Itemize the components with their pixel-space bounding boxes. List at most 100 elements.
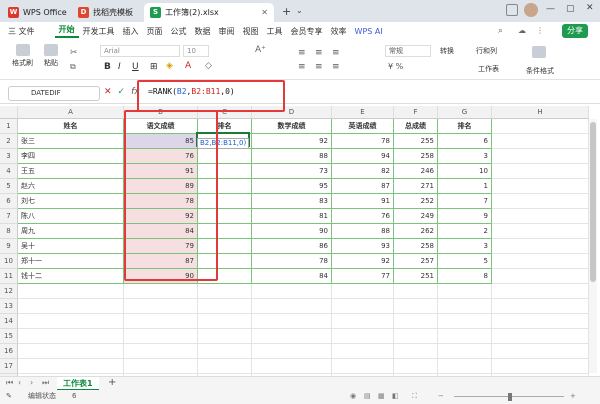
empty-cell[interactable] <box>492 224 589 239</box>
ribbon-tab-home[interactable]: 开始 <box>54 24 79 38</box>
empty-cell[interactable] <box>18 329 124 344</box>
english-score-cell[interactable]: 94 <box>332 149 394 164</box>
row-header[interactable]: 13 <box>0 299 18 314</box>
empty-cell[interactable] <box>492 179 589 194</box>
empty-cell[interactable] <box>18 344 124 359</box>
empty-cell[interactable] <box>332 329 394 344</box>
total-score-cell[interactable]: 255 <box>394 134 438 149</box>
ribbon-tab-efficiency[interactable]: 效率 <box>327 26 351 37</box>
header-cell[interactable]: 排名 <box>438 119 492 134</box>
convert-button[interactable]: 转换 <box>440 46 454 56</box>
empty-cell[interactable] <box>124 299 198 314</box>
last-sheet-icon[interactable]: ⏭ <box>42 378 49 388</box>
total-score-cell[interactable]: 246 <box>394 164 438 179</box>
row-header[interactable]: 1 <box>0 119 18 134</box>
spreadsheet-grid[interactable]: A B C D E F G H 1 2 3 4 5 6 7 8 9 10 11 12 13 14 15 16 1… <box>0 106 600 376</box>
english-score-cell[interactable]: 76 <box>332 209 394 224</box>
empty-cell[interactable] <box>492 254 589 269</box>
ribbon-tab-file[interactable]: 三 文件 <box>4 26 39 37</box>
empty-cell[interactable] <box>18 314 124 329</box>
row-header[interactable]: 5 <box>0 179 18 194</box>
layout-icon[interactable] <box>506 4 518 16</box>
math-score-cell[interactable]: 73 <box>252 164 332 179</box>
fill-color-icon[interactable]: ◈ <box>166 61 173 71</box>
empty-cell[interactable] <box>124 344 198 359</box>
sheet-tab-1[interactable]: 工作表1 <box>57 377 99 391</box>
empty-cell[interactable] <box>332 284 394 299</box>
maximize-icon[interactable]: ▢ <box>566 4 575 14</box>
empty-cell[interactable] <box>492 209 589 224</box>
english-score-cell[interactable]: 91 <box>332 194 394 209</box>
empty-cell[interactable] <box>492 299 589 314</box>
currency-icon[interactable]: ¥ % <box>388 62 403 71</box>
row-header[interactable]: 8 <box>0 224 18 239</box>
english-score-cell[interactable]: 82 <box>332 164 394 179</box>
name-cell[interactable]: 周九 <box>18 224 124 239</box>
header-cell[interactable]: 英语成绩 <box>332 119 394 134</box>
empty-cell[interactable] <box>438 284 492 299</box>
row-header[interactable]: 6 <box>0 194 18 209</box>
border-icon[interactable]: ⊞ <box>150 62 158 72</box>
row-header[interactable]: 16 <box>0 344 18 359</box>
worksheet-button[interactable]: 工作表 <box>478 64 499 74</box>
align-top-icon[interactable]: ≡ <box>298 48 306 58</box>
ribbon-tab-formula[interactable]: 公式 <box>167 26 191 37</box>
total-score-cell[interactable]: 249 <box>394 209 438 224</box>
empty-cell[interactable] <box>124 359 198 374</box>
total-rank-cell[interactable]: 7 <box>438 194 492 209</box>
close-tab-icon[interactable]: ✕ <box>261 8 268 17</box>
empty-cell[interactable] <box>394 329 438 344</box>
view-normal-icon[interactable]: ◉ <box>350 390 356 403</box>
total-score-cell[interactable]: 271 <box>394 179 438 194</box>
header-cell[interactable]: 总成绩 <box>394 119 438 134</box>
col-header-g[interactable]: G <box>438 106 492 119</box>
empty-cell[interactable] <box>198 299 252 314</box>
ribbon-tab-wps-ai[interactable]: WPS AI <box>351 27 387 36</box>
empty-cell[interactable] <box>252 314 332 329</box>
font-size-select[interactable]: 10 <box>183 45 209 57</box>
row-header[interactable]: 4 <box>0 164 18 179</box>
tab-workbook[interactable]: S 工作簿(2).xlsx ✕ <box>144 3 274 22</box>
empty-cell[interactable] <box>438 299 492 314</box>
cloud-icon[interactable]: ☁ <box>518 26 526 35</box>
math-score-cell[interactable]: 83 <box>252 194 332 209</box>
row-header[interactable]: 12 <box>0 284 18 299</box>
empty-cell[interactable] <box>394 344 438 359</box>
empty-cell[interactable] <box>438 314 492 329</box>
empty-cell[interactable] <box>492 149 589 164</box>
row-header[interactable]: 11 <box>0 269 18 284</box>
row-header[interactable]: 10 <box>0 254 18 269</box>
total-rank-cell[interactable]: 10 <box>438 164 492 179</box>
row-header[interactable]: 17 <box>0 359 18 374</box>
empty-cell[interactable] <box>252 284 332 299</box>
align-center-icon[interactable]: ≡ <box>315 62 323 72</box>
empty-cell[interactable] <box>438 359 492 374</box>
empty-cell[interactable] <box>394 299 438 314</box>
total-rank-cell[interactable]: 5 <box>438 254 492 269</box>
font-select[interactable]: Arial <box>100 45 180 57</box>
name-cell[interactable]: 郑十一 <box>18 254 124 269</box>
zoom-out-icon[interactable]: − <box>438 390 444 403</box>
empty-cell[interactable] <box>198 329 252 344</box>
row-header[interactable]: 15 <box>0 329 18 344</box>
empty-cell[interactable] <box>124 329 198 344</box>
ribbon-tab-data[interactable]: 数据 <box>191 26 215 37</box>
empty-cell[interactable] <box>492 314 589 329</box>
empty-cell[interactable] <box>124 314 198 329</box>
ribbon-tab-tools[interactable]: 工具 <box>263 26 287 37</box>
empty-cell[interactable] <box>394 284 438 299</box>
underline-icon[interactable]: U <box>132 62 139 72</box>
name-cell[interactable]: 刘七 <box>18 194 124 209</box>
english-score-cell[interactable]: 87 <box>332 179 394 194</box>
cond-format-button[interactable]: 条件格式 <box>526 66 554 76</box>
align-middle-icon[interactable]: ≡ <box>315 48 323 58</box>
copy-icon[interactable]: ⧉ <box>70 62 76 72</box>
empty-cell[interactable] <box>252 329 332 344</box>
empty-cell[interactable] <box>198 284 252 299</box>
empty-cell[interactable] <box>198 359 252 374</box>
cancel-icon[interactable]: ✕ <box>104 87 112 97</box>
tab-template[interactable]: D 找稻壳模板 <box>72 3 139 22</box>
total-score-cell[interactable]: 251 <box>394 269 438 284</box>
total-rank-cell[interactable]: 6 <box>438 134 492 149</box>
name-box[interactable]: DATEDIF <box>8 86 100 101</box>
